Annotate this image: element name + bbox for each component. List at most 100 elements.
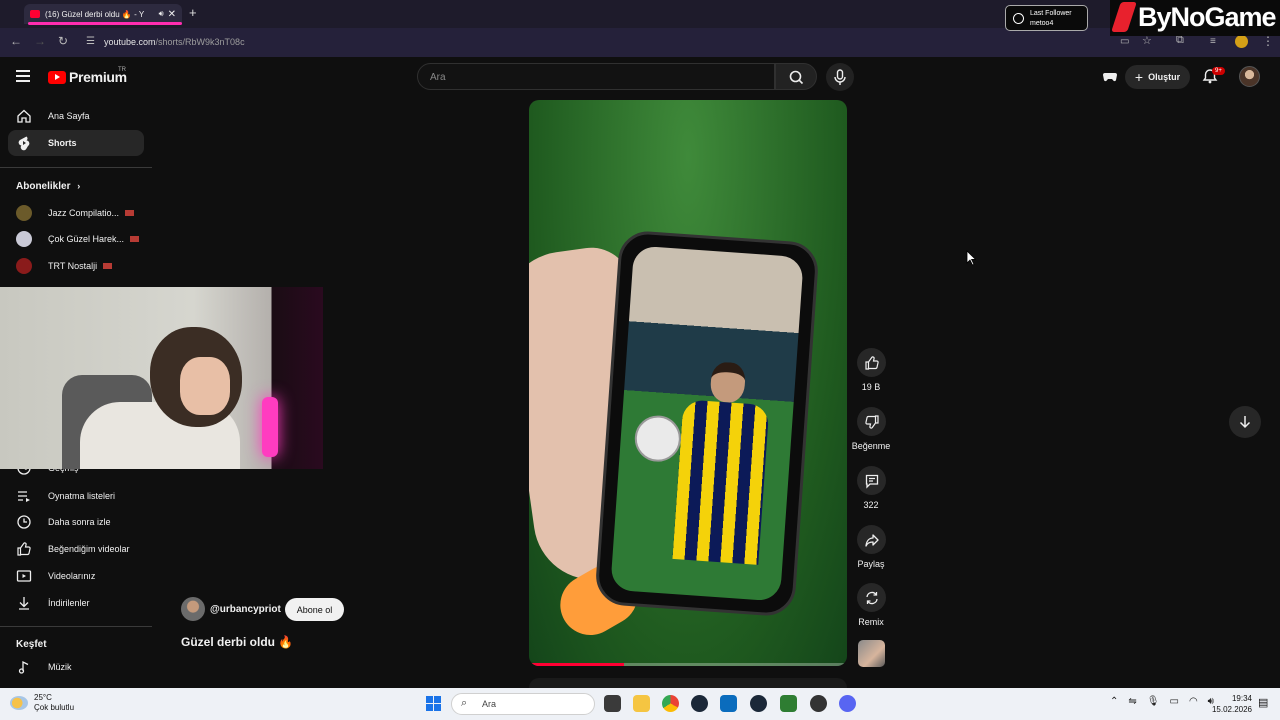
- video-phone: [594, 229, 820, 618]
- tray-wifi-icon[interactable]: ◠: [1189, 696, 1198, 707]
- your-videos-icon: [16, 568, 32, 584]
- explore-heading: Keşfet: [16, 639, 47, 650]
- tab-close-icon[interactable]: ✕: [168, 9, 176, 20]
- back-icon[interactable]: ←: [10, 34, 22, 48]
- subscriptions-heading[interactable]: Abonelikler ›: [16, 181, 80, 192]
- menu-icon[interactable]: [16, 70, 30, 82]
- watch-later-icon: [16, 514, 32, 530]
- sidebar-item-your-videos[interactable]: Videolarınız: [8, 563, 144, 589]
- thumbs-down-icon: [864, 414, 879, 429]
- sidebar-item-label: Müzik: [48, 662, 72, 672]
- steam-app-icon[interactable]: [750, 695, 767, 712]
- notification-center-icon[interactable]: ▤: [1258, 696, 1268, 709]
- voice-search-button[interactable]: [826, 63, 854, 91]
- like-button[interactable]: [857, 348, 886, 377]
- brand-mark-icon: [1111, 2, 1137, 32]
- sidebar-item-liked-videos[interactable]: Beğendiğim videolar: [8, 536, 144, 562]
- chrome-icon[interactable]: [662, 695, 679, 712]
- last-follower-widget: Last Follower metoo4: [1005, 5, 1088, 31]
- weather-cloud-icon: [10, 696, 28, 710]
- short-title[interactable]: Güzel derbi oldu 🔥: [181, 635, 293, 649]
- media-control-icon[interactable]: ≡: [1210, 36, 1216, 47]
- taskbar-clock[interactable]: 19:34 15.02.2026: [1210, 693, 1252, 715]
- discord-icon[interactable]: [839, 695, 856, 712]
- youtube-play-icon: [48, 70, 66, 84]
- speaker-icon[interactable]: 🔊︎: [159, 9, 164, 19]
- sidebar-item-label: İndirilenler: [48, 598, 90, 608]
- dislike-button[interactable]: [857, 407, 886, 436]
- video-phone-screen: [610, 245, 804, 602]
- next-short-button[interactable]: [1229, 406, 1261, 438]
- follower-title: Last Follower: [1030, 10, 1072, 17]
- subscription-item[interactable]: Jazz Compilatio...: [16, 203, 146, 223]
- sidebar-item-watch-later[interactable]: Daha sonra izle: [8, 509, 144, 535]
- short-video-player[interactable]: [529, 100, 847, 666]
- weather-widget[interactable]: 25°C Çok bulutlu: [10, 693, 74, 713]
- tab-title: (16) Güzel derbi oldu 🔥 - Y: [45, 9, 145, 19]
- sidebar-item-label: Daha sonra izle: [48, 517, 111, 527]
- forward-icon[interactable]: →: [34, 34, 46, 48]
- account-avatar[interactable]: [1239, 66, 1260, 87]
- sidebar-item-label: Videolarınız: [48, 571, 96, 581]
- comment-icon: [865, 474, 878, 489]
- channel-avatar: [16, 205, 32, 221]
- tray-network-icon[interactable]: ⇋: [1128, 696, 1136, 707]
- share-icon: [864, 533, 879, 547]
- sidebar-item-playlists[interactable]: Oynatma listeleri: [8, 483, 144, 509]
- reload-icon[interactable]: ↻: [58, 34, 68, 48]
- menu-dots-icon[interactable]: ⋮: [1262, 34, 1274, 48]
- gamepad-icon[interactable]: [1102, 68, 1118, 84]
- file-explorer-icon[interactable]: [633, 695, 650, 712]
- search-button[interactable]: [775, 63, 817, 90]
- remix-label: Remix: [858, 617, 884, 627]
- comments-button[interactable]: [857, 466, 886, 495]
- site-info-icon[interactable]: ☰: [86, 36, 95, 47]
- install-app-icon[interactable]: ▭: [1120, 36, 1129, 47]
- sidebar-item-label: Ana Sayfa: [48, 111, 90, 121]
- follower-name: metoo4: [1030, 20, 1054, 27]
- shorts-icon: [16, 135, 32, 151]
- search-input[interactable]: Ara: [417, 63, 775, 90]
- sidebar-item-home[interactable]: Ana Sayfa: [8, 103, 144, 129]
- youtube-logo[interactable]: Premium: [48, 69, 127, 85]
- tray-display-icon[interactable]: ▭: [1169, 696, 1178, 707]
- sidebar-item-downloads[interactable]: İndirilenler: [8, 590, 144, 616]
- search-icon: ⌕: [461, 697, 468, 709]
- sidebar-item-shorts[interactable]: Shorts: [8, 130, 144, 156]
- subscription-item[interactable]: TRT Nostalji: [16, 256, 146, 276]
- subscription-item[interactable]: Çok Güzel Harek...: [16, 229, 146, 249]
- footballer-head: [709, 361, 747, 404]
- notepad-icon[interactable]: [780, 695, 797, 712]
- store-icon[interactable]: [720, 695, 737, 712]
- create-button[interactable]: + Oluştur: [1125, 65, 1190, 89]
- tray-overflow-icon[interactable]: ⌃: [1110, 696, 1118, 707]
- share-button[interactable]: [857, 525, 886, 554]
- new-tab-button[interactable]: +: [189, 5, 197, 20]
- sidebar-item-music[interactable]: Müzik: [8, 654, 144, 680]
- browser-tab[interactable]: (16) Güzel derbi oldu 🔥 - Y 🔊︎ ✕: [24, 4, 182, 24]
- tray-mic-icon[interactable]: 🎙︎: [1147, 696, 1160, 707]
- music-icon: [16, 659, 32, 675]
- remix-button[interactable]: [857, 583, 886, 612]
- profile-icon[interactable]: [1235, 35, 1248, 48]
- task-view-icon[interactable]: [604, 695, 621, 712]
- dislike-label: Beğenme: [851, 441, 891, 451]
- search-icon: [789, 70, 804, 85]
- channel-avatar[interactable]: [181, 597, 205, 621]
- steam-icon[interactable]: [691, 695, 708, 712]
- user-icon: [1013, 13, 1024, 24]
- plus-icon: +: [1134, 69, 1144, 85]
- remix-icon: [865, 591, 878, 604]
- channel-name[interactable]: @urbancypriot: [210, 604, 281, 615]
- video-footballer: [667, 359, 772, 585]
- sound-source-thumbnail[interactable]: [858, 640, 885, 667]
- url-field[interactable]: youtube.com/shorts/RbW9k3nT08c: [104, 37, 245, 47]
- download-icon: [16, 595, 32, 611]
- mouse-cursor-icon: [966, 250, 976, 266]
- obs-icon[interactable]: [810, 695, 827, 712]
- windows-start-icon[interactable]: [426, 696, 441, 711]
- taskbar-search-input[interactable]: ⌕ Ara: [451, 693, 595, 715]
- subscribe-button[interactable]: Abone ol: [285, 598, 344, 621]
- system-tray: ⌃ ⇋ 🎙︎ ▭ ◠ 🔊︎: [1110, 696, 1214, 707]
- channel-avatar: [16, 231, 32, 247]
